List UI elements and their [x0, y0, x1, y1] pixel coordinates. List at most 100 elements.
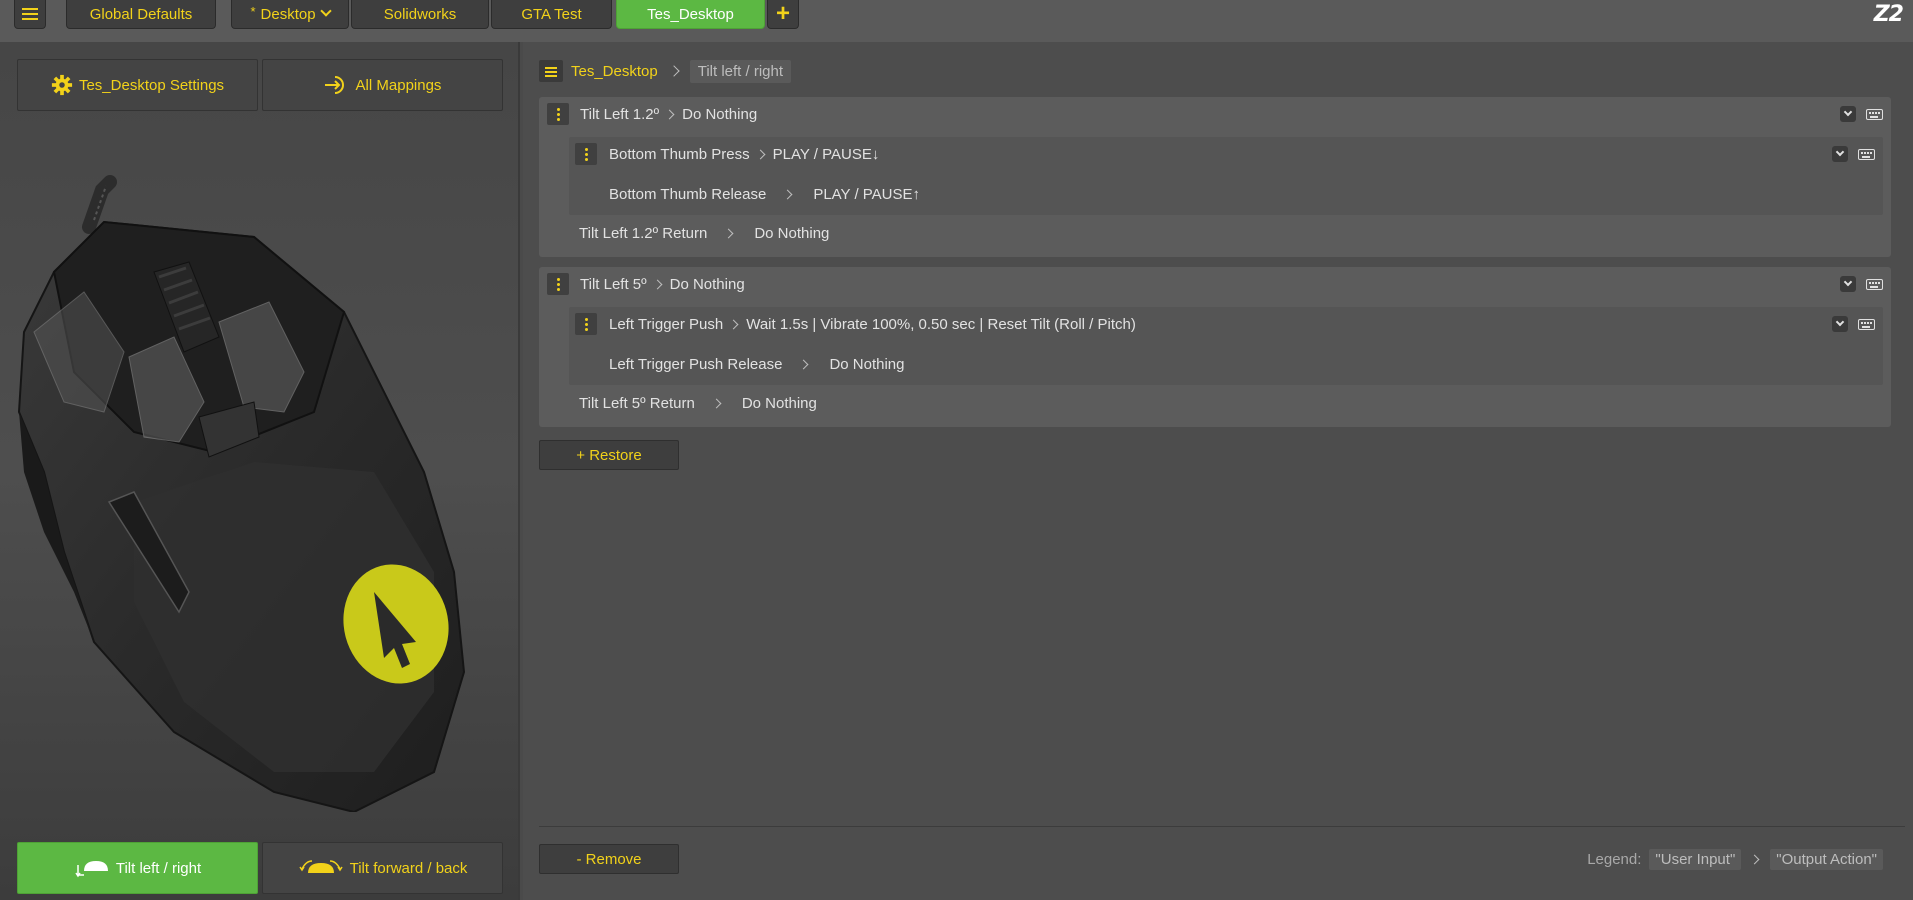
divider: [539, 826, 1905, 827]
mouse-image: [14, 172, 504, 814]
hamburger-icon: [22, 8, 38, 20]
chevron-down-icon[interactable]: [319, 5, 332, 17]
chevron-right-icon: [668, 65, 680, 77]
app-logo: Z2: [1873, 2, 1904, 27]
tab-desktop[interactable]: * Desktop: [231, 0, 349, 29]
settings-label: Tes_Desktop Settings: [78, 76, 225, 94]
user-input: Tilt Left 1.2º Return: [579, 224, 708, 242]
user-input: Bottom Thumb Release: [609, 185, 767, 203]
mapping-row[interactable]: Left Trigger Push Wait 1.5s | Vibrate 10…: [575, 307, 1136, 341]
restore-label: + Restore: [576, 446, 642, 464]
user-input: Bottom Thumb Press: [609, 145, 750, 163]
keyboard-icon[interactable]: [1858, 148, 1875, 160]
more-options-icon[interactable]: [575, 143, 597, 165]
main-menu-button[interactable]: [14, 0, 46, 29]
breadcrumb: Tes_Desktop Tilt left / right: [539, 59, 792, 83]
add-profile-button[interactable]: +: [767, 0, 799, 29]
legend-user-input: "User Input": [1649, 849, 1742, 870]
output-action: PLAY / PAUSE↑: [813, 185, 921, 203]
mapping-row[interactable]: Tilt Left 1.2º Return Do Nothing: [579, 216, 829, 250]
sub-mapping: Left Trigger Push Wait 1.5s | Vibrate 10…: [569, 307, 1883, 385]
hamburger-icon: [545, 66, 557, 77]
plus-icon: +: [775, 0, 790, 27]
restore-button[interactable]: + Restore: [539, 440, 679, 470]
mapping-row[interactable]: Tilt Left 5º Return Do Nothing: [579, 386, 817, 420]
tilt-forward-back-icon: [298, 857, 344, 879]
tab-label: Solidworks: [383, 5, 457, 23]
remove-label: - Remove: [576, 850, 642, 868]
mapping-panel: Tes_Desktop Tilt left / right Tilt Left …: [523, 42, 1913, 900]
chevron-right-icon: [723, 228, 734, 238]
mappings-label: All Mappings: [355, 76, 442, 94]
legend: Legend: "User Input" "Output Action": [1587, 849, 1883, 870]
tab-label: GTA Test: [521, 5, 582, 23]
output-action: Do Nothing: [754, 224, 830, 242]
all-mappings-button[interactable]: All Mappings: [262, 59, 503, 111]
keyboard-icon[interactable]: [1866, 278, 1883, 290]
tab-label: Desktop: [260, 5, 316, 23]
chevron-down-icon[interactable]: [1840, 276, 1856, 292]
tilt-left-right-icon: [74, 857, 110, 879]
mapping-group: Tilt Left 5º Do Nothing Left Trigger Pus…: [539, 267, 1891, 427]
modified-marker: *: [250, 3, 256, 19]
user-input: Left Trigger Push Release: [609, 355, 783, 373]
chevron-right-icon: [652, 279, 663, 289]
chevron-down-icon[interactable]: [1840, 106, 1856, 122]
user-input: Tilt Left 5º Return: [579, 394, 695, 412]
tab-gta-test[interactable]: GTA Test: [491, 0, 612, 29]
tab-solidworks[interactable]: Solidworks: [351, 0, 489, 29]
chevron-right-icon: [798, 359, 809, 369]
output-action: PLAY / PAUSE↓: [772, 145, 880, 163]
keyboard-icon[interactable]: [1866, 108, 1883, 120]
row-controls: [1832, 316, 1875, 332]
chevron-down-icon[interactable]: [1832, 316, 1848, 332]
chevron-down-icon[interactable]: [1832, 146, 1848, 162]
tab-label: Global Defaults: [89, 5, 193, 23]
tilt-fb-label: Tilt forward / back: [349, 859, 468, 877]
row-controls: [1840, 276, 1883, 292]
row-controls: [1832, 146, 1875, 162]
chevron-right-icon: [1749, 854, 1760, 865]
tilt-left-right-button[interactable]: Tilt left / right: [17, 842, 258, 894]
output-action: Do Nothing: [669, 275, 745, 293]
chevron-right-icon: [728, 319, 739, 329]
keyboard-icon[interactable]: [1858, 318, 1875, 330]
chevron-right-icon: [782, 189, 793, 199]
chevron-right-icon: [755, 149, 766, 159]
more-options-icon[interactable]: [547, 273, 569, 295]
profile-settings-button[interactable]: Tes_Desktop Settings: [17, 59, 258, 111]
tab-label: Tes_Desktop: [647, 5, 734, 23]
breadcrumb-current: Tilt left / right: [689, 59, 792, 83]
tilt-lr-label: Tilt left / right: [115, 859, 202, 877]
breadcrumb-menu-button[interactable]: [539, 60, 563, 82]
tilt-forward-back-button[interactable]: Tilt forward / back: [262, 842, 503, 894]
mapping-row[interactable]: Left Trigger Push Release Do Nothing: [609, 347, 904, 381]
tab-tes-desktop[interactable]: Tes_Desktop: [616, 0, 765, 29]
legend-label: Legend:: [1587, 851, 1642, 868]
mapping-row[interactable]: Tilt Left 5º Do Nothing: [547, 267, 745, 301]
user-input: Tilt Left 1.2º: [580, 105, 660, 123]
chevron-right-icon: [711, 398, 722, 408]
output-action: Wait 1.5s | Vibrate 100%, 0.50 sec | Res…: [746, 315, 1136, 333]
chevron-right-icon: [664, 109, 675, 119]
legend-output-action: "Output Action": [1770, 849, 1883, 870]
sub-mapping: Bottom Thumb Press PLAY / PAUSE↓ Bottom …: [569, 137, 1883, 215]
mapping-group: Tilt Left 1.2º Do Nothing Bottom Thumb P…: [539, 97, 1891, 257]
breadcrumb-profile-link[interactable]: Tes_Desktop: [571, 63, 658, 80]
output-action: Do Nothing: [682, 105, 758, 123]
mapping-row[interactable]: Bottom Thumb Release PLAY / PAUSE↑: [609, 177, 920, 211]
output-action: Do Nothing: [741, 394, 817, 412]
mapping-row[interactable]: Tilt Left 1.2º Do Nothing: [547, 97, 757, 131]
user-input: Left Trigger Push: [609, 315, 724, 333]
top-bar: Global Defaults * Desktop Solidworks GTA…: [0, 0, 1913, 42]
output-action: Do Nothing: [829, 355, 905, 373]
more-options-icon[interactable]: [547, 103, 569, 125]
more-options-icon[interactable]: [575, 313, 597, 335]
login-arrow-icon: [324, 75, 350, 95]
mapping-row[interactable]: Bottom Thumb Press PLAY / PAUSE↓: [575, 137, 879, 171]
tab-global-defaults[interactable]: Global Defaults: [66, 0, 216, 29]
gear-icon: [51, 74, 73, 96]
left-panel: Tes_Desktop Settings All Mappings Tilt l…: [0, 42, 520, 900]
user-input: Tilt Left 5º: [580, 275, 647, 293]
remove-button[interactable]: - Remove: [539, 844, 679, 874]
